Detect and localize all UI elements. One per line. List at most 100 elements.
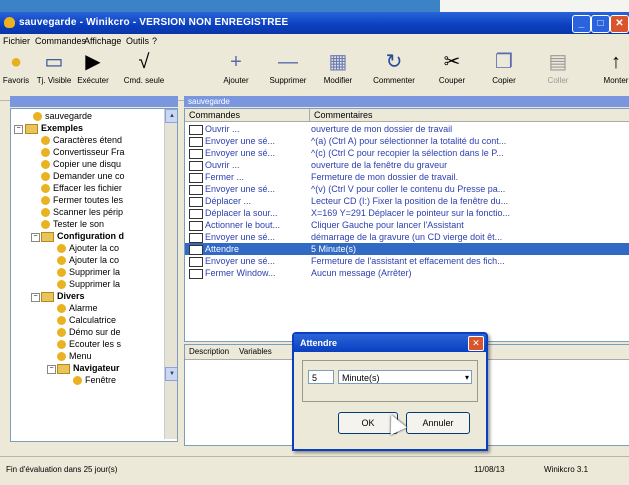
toolbar-copier-button[interactable]: ❐ Copier	[474, 50, 534, 85]
tree-item[interactable]: Effacer les fichier	[41, 183, 122, 194]
command-icon	[189, 137, 203, 147]
tree-item[interactable]: sauvegarde	[33, 111, 92, 122]
list-row[interactable]: Envoyer une sé... ^(a) (Ctrl A) pour séle…	[185, 135, 629, 147]
command-icon	[189, 125, 203, 135]
shortcut-icon	[41, 160, 50, 170]
tree-item[interactable]: Supprimer la	[57, 279, 120, 290]
tab-description[interactable]: Description	[189, 347, 229, 356]
toolbar-ajouter-button[interactable]: + Ajouter	[206, 50, 266, 85]
menu-commandes[interactable]: Commandes	[35, 36, 86, 46]
list-row[interactable]: Fermer Window... Aucun message (Arrêter)	[185, 267, 629, 279]
command-icon	[189, 233, 203, 243]
tree-item[interactable]: Calculatrice	[57, 315, 116, 326]
cancel-button[interactable]: Annuler	[406, 412, 470, 434]
tree-folder[interactable]: Exemples	[25, 123, 83, 134]
menu-outils[interactable]: Outils	[126, 36, 149, 46]
list-row[interactable]: Fermer ... Fermeture de mon dossier de tr…	[185, 171, 629, 183]
title-bar[interactable]: sauvegarde - Winikcro - VERSION NON ENRE…	[0, 12, 629, 34]
collapse-icon[interactable]: −	[14, 125, 23, 134]
dialog-title-bar[interactable]: Attendre	[294, 334, 486, 352]
toolbar-commenter-button[interactable]: ↻ Commenter	[364, 50, 424, 85]
shortcut-icon	[41, 184, 50, 194]
shortcut-icon	[57, 280, 66, 290]
command-icon	[189, 161, 203, 171]
shortcut-icon	[33, 112, 42, 122]
tree-item[interactable]: Menu	[57, 351, 92, 362]
desktop-page-edge	[440, 0, 629, 12]
list-row[interactable]: Déplacer ... Lecteur CD (I:) Fixer la pos…	[185, 195, 629, 207]
window-title: sauvegarde - Winikcro - VERSION NON ENRE…	[19, 17, 289, 28]
collapse-icon[interactable]: −	[47, 365, 56, 374]
list-row[interactable]: Actionner le bout... Cliquer Gauche pour …	[185, 219, 629, 231]
shortcut-icon	[41, 172, 50, 182]
maximize-button[interactable]: □	[591, 15, 610, 33]
list-row-selected[interactable]: Attendre 5 Minute(s)	[185, 243, 629, 255]
shortcut-icon	[57, 340, 66, 350]
menu-fichier[interactable]: Fichier	[3, 36, 30, 46]
toolbar: ● Favoris ▭ Tj. Visible ▶ Exécuter √ Cmd…	[0, 48, 629, 101]
collapse-icon[interactable]: −	[31, 293, 40, 302]
tree-item[interactable]: Ajouter la co	[57, 243, 119, 254]
folder-icon	[41, 231, 54, 242]
list-row[interactable]: Envoyer une sé... ^(v) (Ctrl V pour colle…	[185, 183, 629, 195]
menu-help[interactable]: ?	[152, 36, 157, 46]
toolbar-coller-button[interactable]: ▤ Coller	[528, 50, 588, 85]
tree-item[interactable]: Scanner les périp	[41, 207, 123, 218]
minimize-button[interactable]: _	[572, 15, 591, 33]
tree-folder[interactable]: Navigateur	[57, 363, 120, 374]
list-row[interactable]: Envoyer une sé... démarrage de la gravure…	[185, 231, 629, 243]
command-icon	[189, 149, 203, 159]
copy-icon: ❐	[495, 51, 513, 73]
tree-item[interactable]: Copier une disqu	[41, 159, 121, 170]
tree-item[interactable]: Convertisseur Fra	[41, 147, 125, 158]
toolbar-modifier-button[interactable]: ▦ Modifier	[308, 50, 368, 85]
tree-item[interactable]: Ecouter les s	[57, 339, 121, 350]
tree-item[interactable]: Fermer toutes les	[41, 195, 123, 206]
toolbar-cmd-seule-button[interactable]: √ Cmd. seule	[114, 50, 174, 85]
tree-item[interactable]: Demander une co	[41, 171, 125, 182]
tree-vertical-scrollbar[interactable]: ▲ ▼	[164, 109, 177, 439]
list-row[interactable]: Ouvrir ... ouverture de mon dossier de tr…	[185, 123, 629, 135]
edit-icon: ▦	[328, 51, 348, 73]
collapse-icon[interactable]: −	[31, 233, 40, 242]
up-icon: ↑	[611, 51, 621, 73]
menu-affichage[interactable]: Affichage	[84, 36, 121, 46]
shortcut-icon	[41, 196, 50, 206]
tree-view[interactable]: sauvegarde − Exemples Caractères étend C…	[10, 108, 178, 442]
tree-folder[interactable]: Divers	[41, 291, 85, 302]
shortcut-icon	[41, 148, 50, 158]
main-window: sauvegarde - Winikcro - VERSION NON ENRE…	[0, 12, 629, 485]
tree-item[interactable]: Tester le son	[41, 219, 104, 230]
tree-item[interactable]: Démo sur de	[57, 327, 121, 338]
tree-item[interactable]: Supprimer la	[57, 267, 120, 278]
status-date: 11/08/13	[474, 465, 505, 474]
list-row[interactable]: Envoyer une sé... Fermeture de l'assistan…	[185, 255, 629, 267]
command-icon	[189, 197, 203, 207]
list-row[interactable]: Envoyer une sé... ^(c) (Ctrl C pour recop…	[185, 147, 629, 159]
scroll-down-icon[interactable]: ▼	[165, 367, 177, 381]
toolbar-couper-button[interactable]: ✂ Couper	[422, 50, 482, 85]
tab-variables[interactable]: Variables	[239, 347, 272, 356]
column-header-commandes[interactable]: Commandes	[185, 109, 310, 122]
status-version: Winikcro 3.1	[544, 465, 589, 474]
tree-folder[interactable]: Configuration d	[41, 231, 124, 242]
duration-input[interactable]: 5	[308, 370, 334, 384]
toolbar-monter-button[interactable]: ↑ Monter	[586, 50, 629, 85]
dialog-close-button[interactable]: ✕	[468, 336, 484, 351]
comment-icon: ↻	[385, 51, 403, 73]
unit-select[interactable]: Minute(s) ▾	[338, 370, 472, 384]
tree-item[interactable]: Fenêtre	[73, 375, 116, 386]
menu-bar: Fichier Commandes Affichage Outils ?	[0, 34, 629, 48]
shortcut-icon	[41, 136, 50, 146]
column-header-commentaires[interactable]: Commentaires	[310, 109, 629, 122]
tree-item[interactable]: Caractères étend	[41, 135, 122, 146]
app-icon	[4, 17, 15, 28]
tree-item[interactable]: Alarme	[57, 303, 98, 314]
tree-item[interactable]: Ajouter la co	[57, 255, 119, 266]
list-row[interactable]: Déplacer la sour... X=169 Y=291 Déplacer …	[185, 207, 629, 219]
status-bar: Fin d'évaluation dans 25 jour(s) 11/08/1…	[0, 456, 629, 485]
command-list[interactable]: Commandes Commentaires Ouvrir ... ouvertu…	[184, 108, 629, 342]
close-button[interactable]: ✕	[610, 15, 629, 33]
list-row[interactable]: Ouvrir ... ouverture de la fenêtre du gra…	[185, 159, 629, 171]
scroll-up-icon[interactable]: ▲	[165, 109, 177, 123]
